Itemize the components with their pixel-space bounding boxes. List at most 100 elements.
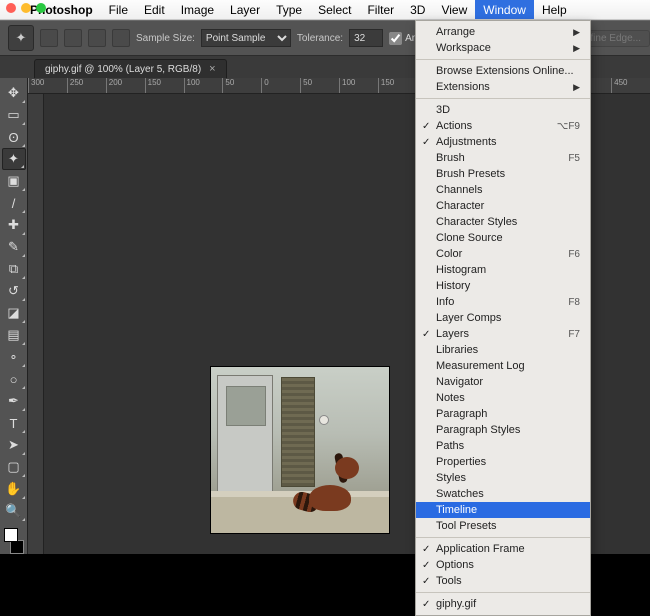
menu-item-timeline[interactable]: Timeline (416, 502, 590, 518)
menu-item-styles[interactable]: Styles (416, 470, 590, 486)
menu-3d[interactable]: 3D (402, 0, 433, 19)
menu-item-libraries[interactable]: Libraries (416, 342, 590, 358)
shape-tool[interactable]: ▢ (2, 456, 26, 478)
color-swatches[interactable] (2, 528, 26, 554)
history-brush-tool[interactable]: ↺ (2, 280, 26, 302)
path-selection-tool[interactable]: ➤ (2, 434, 26, 456)
menu-item-application-frame[interactable]: ✓Application Frame (416, 541, 590, 557)
menu-item-browse-extensions-online[interactable]: Browse Extensions Online... (416, 63, 590, 79)
menu-item-properties[interactable]: Properties (416, 454, 590, 470)
close-tab-icon[interactable]: × (209, 63, 215, 75)
menu-item-arrange[interactable]: Arrange▶ (416, 24, 590, 40)
menu-item-giphy-gif[interactable]: ✓ giphy.gif (416, 596, 590, 612)
magic-wand-tool[interactable]: ✦ (2, 148, 26, 170)
menu-separator (416, 59, 590, 60)
eraser-tool[interactable]: ◪ (2, 302, 26, 324)
close-window-icon[interactable] (6, 3, 16, 13)
menu-item-character[interactable]: Character (416, 198, 590, 214)
clone-stamp-tool[interactable]: ⧉ (2, 258, 26, 280)
check-icon: ✓ (422, 599, 430, 610)
menu-item-clone-source[interactable]: Clone Source (416, 230, 590, 246)
selection-new-icon[interactable] (40, 29, 58, 47)
menu-item-3d[interactable]: 3D (416, 102, 590, 118)
menu-item-adjustments[interactable]: ✓Adjustments (416, 134, 590, 150)
document-tab[interactable]: giphy.gif @ 100% (Layer 5, RGB/8) × (34, 59, 227, 78)
menu-item-label: Paragraph Styles (436, 424, 520, 436)
dodge-tool[interactable]: ○ (2, 368, 26, 390)
menu-item-paragraph-styles[interactable]: Paragraph Styles (416, 422, 590, 438)
brush-tool[interactable]: ✎ (2, 236, 26, 258)
shortcut-label: ⌥F9 (557, 121, 580, 132)
menu-item-paths[interactable]: Paths (416, 438, 590, 454)
menu-item-character-styles[interactable]: Character Styles (416, 214, 590, 230)
window-controls[interactable] (6, 3, 46, 13)
menu-item-label: Clone Source (436, 232, 503, 244)
menu-item-extensions[interactable]: Extensions▶ (416, 79, 590, 95)
menu-help[interactable]: Help (534, 0, 575, 19)
background-color-swatch[interactable] (10, 540, 24, 554)
window-menu-dropdown[interactable]: Arrange▶Workspace▶ Browse Extensions Onli… (415, 20, 591, 616)
gradient-tool[interactable]: ▤ (2, 324, 26, 346)
foreground-color-swatch[interactable] (4, 528, 18, 542)
zoom-tool[interactable]: 🔍 (2, 500, 26, 522)
menu-select[interactable]: Select (310, 0, 359, 19)
menu-type[interactable]: Type (268, 0, 310, 19)
menu-item-brush-presets[interactable]: Brush Presets (416, 166, 590, 182)
menu-item-swatches[interactable]: Swatches (416, 486, 590, 502)
menu-item-label: Extensions (436, 81, 490, 93)
hand-tool[interactable]: ✋ (2, 478, 26, 500)
menu-item-options[interactable]: ✓Options (416, 557, 590, 573)
menu-item-history[interactable]: History (416, 278, 590, 294)
ruler-vertical[interactable] (28, 94, 44, 554)
minimize-window-icon[interactable] (21, 3, 31, 13)
menu-item-notes[interactable]: Notes (416, 390, 590, 406)
menu-item-label: Workspace (436, 42, 491, 54)
selection-add-icon[interactable] (64, 29, 82, 47)
current-tool-indicator[interactable]: ✦ (8, 25, 34, 51)
ruler-tick: 450 (611, 78, 650, 93)
menu-item-layer-comps[interactable]: Layer Comps (416, 310, 590, 326)
menu-item-label: giphy.gif (436, 598, 476, 610)
type-tool[interactable]: T (2, 412, 26, 434)
lasso-tool[interactable]: ʘ (2, 126, 26, 148)
menu-item-tools[interactable]: ✓Tools (416, 573, 590, 589)
menu-item-brush[interactable]: BrushF5 (416, 150, 590, 166)
tolerance-input[interactable]: 32 (349, 29, 383, 47)
pen-tool[interactable]: ✒ (2, 390, 26, 412)
eyedropper-tool[interactable]: / (2, 192, 26, 214)
canvas-document[interactable] (210, 366, 390, 534)
marquee-tool[interactable]: ▭ (2, 104, 26, 126)
document-tab-title: giphy.gif @ 100% (Layer 5, RGB/8) (45, 64, 201, 75)
menu-item-tool-presets[interactable]: Tool Presets (416, 518, 590, 534)
sample-size-select[interactable]: Point Sample (201, 29, 291, 47)
check-icon: ✓ (422, 329, 430, 340)
menu-item-channels[interactable]: Channels (416, 182, 590, 198)
healing-brush-tool[interactable]: ✚ (2, 214, 26, 236)
menu-item-measurement-log[interactable]: Measurement Log (416, 358, 590, 374)
move-tool[interactable]: ✥ (2, 82, 26, 104)
blur-tool[interactable]: ∘ (2, 346, 26, 368)
crop-tool[interactable]: ▣ (2, 170, 26, 192)
menu-item-layers[interactable]: ✓LayersF7 (416, 326, 590, 342)
menu-item-info[interactable]: InfoF8 (416, 294, 590, 310)
menu-image[interactable]: Image (173, 0, 222, 19)
menu-window[interactable]: Window (475, 0, 534, 19)
menu-filter[interactable]: Filter (359, 0, 402, 19)
menu-view[interactable]: View (433, 0, 475, 19)
ruler-tick: 100 (184, 78, 223, 93)
menu-item-paragraph[interactable]: Paragraph (416, 406, 590, 422)
selection-intersect-icon[interactable] (112, 29, 130, 47)
selection-subtract-icon[interactable] (88, 29, 106, 47)
menu-item-actions[interactable]: ✓Actions⌥F9 (416, 118, 590, 134)
menu-item-color[interactable]: ColorF6 (416, 246, 590, 262)
menu-layer[interactable]: Layer (222, 0, 268, 19)
menu-edit[interactable]: Edit (136, 0, 173, 19)
menu-file[interactable]: File (101, 0, 136, 19)
menu-item-workspace[interactable]: Workspace▶ (416, 40, 590, 56)
menu-item-navigator[interactable]: Navigator (416, 374, 590, 390)
fullscreen-window-icon[interactable] (36, 3, 46, 13)
menu-item-label: Channels (436, 184, 482, 196)
menu-item-histogram[interactable]: Histogram (416, 262, 590, 278)
antialias-check-icon[interactable] (389, 32, 402, 45)
shortcut-label: F8 (568, 297, 580, 308)
